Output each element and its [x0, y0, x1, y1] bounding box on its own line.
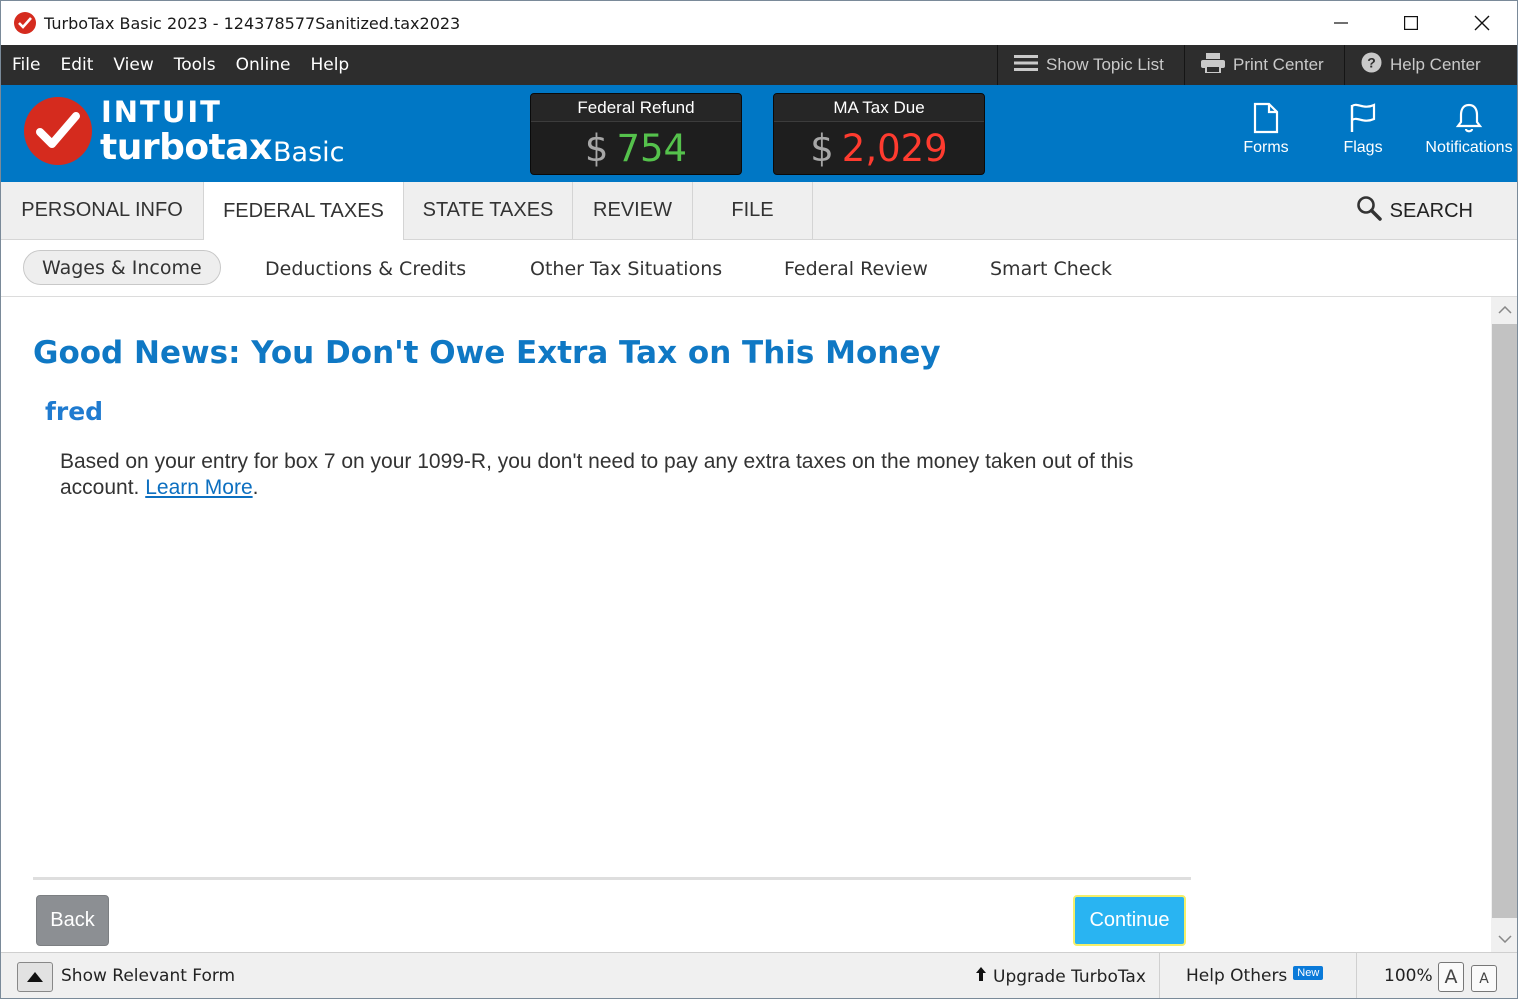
close-button[interactable] [1447, 1, 1517, 45]
menu-file[interactable]: File [12, 55, 40, 75]
state-currency: $ [810, 126, 834, 170]
turbotax-app-icon [14, 12, 36, 34]
search-label: SEARCH [1389, 199, 1473, 222]
subnav-other-tax-situations[interactable]: Other Tax Situations [530, 240, 722, 297]
tab-state-taxes[interactable]: STATE TAXES [404, 182, 573, 239]
vertical-scrollbar[interactable] [1491, 297, 1517, 952]
content-divider [33, 877, 1191, 880]
svg-text:?: ? [1367, 55, 1376, 71]
scroll-up-arrow-icon[interactable] [1491, 297, 1517, 323]
explanation-text: Based on your entry for box 7 on your 10… [60, 449, 1190, 501]
scroll-down-arrow-icon[interactable] [1491, 926, 1517, 952]
tab-federal-taxes[interactable]: FEDERAL TAXES [204, 182, 404, 240]
menu-edit[interactable]: Edit [60, 55, 93, 75]
notifications-label: Notifications [1425, 139, 1513, 156]
document-icon [1221, 97, 1311, 139]
menu-tools-group: Show Topic List Print Center ? Help Cent… [997, 45, 1517, 85]
search-button[interactable]: SEARCH [1356, 182, 1473, 240]
bell-icon [1421, 97, 1517, 139]
federal-refund-label: Federal Refund [531, 94, 741, 122]
menu-bar: File Edit View Tools Online Help Show To… [1, 45, 1517, 85]
list-icon [1014, 53, 1038, 78]
help-others-button[interactable]: Help Others New [1186, 966, 1324, 986]
print-center-button[interactable]: Print Center [1184, 45, 1344, 85]
back-button[interactable]: Back [36, 895, 109, 946]
window-title: TurboTax Basic 2023 - 124378577Sanitized… [44, 13, 461, 33]
explanation-period: . [252, 476, 259, 499]
subnav-wages-income[interactable]: Wages & Income [23, 250, 221, 285]
subnav-federal-review[interactable]: Federal Review [784, 240, 928, 297]
decrease-font-button[interactable]: A [1471, 965, 1497, 992]
page-title: Good News: You Don't Owe Extra Tax on Th… [33, 335, 941, 371]
turbotax-window: TurboTax Basic 2023 - 124378577Sanitized… [0, 0, 1518, 999]
federal-refund-amount: $ 754 [531, 122, 741, 174]
account-holder-name: fred [45, 397, 104, 426]
triangle-up-icon [27, 972, 43, 982]
sub-navigation: Wages & Income Deductions & Credits Othe… [1, 240, 1517, 297]
tab-file[interactable]: FILE [693, 182, 813, 239]
state-tax-due-amount: $ 2,029 [774, 122, 984, 174]
question-circle-icon: ? [1361, 52, 1382, 78]
tab-personal-info[interactable]: PERSONAL INFO [1, 182, 204, 239]
turbotax-checkmark-logo-icon [24, 97, 92, 165]
status-bar: Show Relevant Form Upgrade TurboTax Help… [1, 952, 1517, 998]
upgrade-turbotax-button[interactable]: Upgrade TurboTax [975, 966, 1146, 987]
minimize-button[interactable] [1306, 1, 1376, 45]
subnav-smart-check[interactable]: Smart Check [990, 240, 1112, 297]
main-content: Good News: You Don't Owe Extra Tax on Th… [1, 297, 1491, 952]
status-separator [1159, 953, 1160, 998]
printer-icon [1201, 52, 1225, 78]
increase-font-button[interactable]: A [1438, 962, 1464, 992]
state-tax-due-value: 2,029 [841, 126, 948, 170]
continue-button[interactable]: Continue [1073, 895, 1186, 946]
menu-help[interactable]: Help [310, 55, 349, 75]
intuit-wordmark: INTUIT [101, 95, 222, 129]
learn-more-link[interactable]: Learn More [145, 476, 252, 499]
flags-label: Flags [1343, 139, 1383, 156]
maximize-button[interactable] [1376, 1, 1446, 45]
help-center-label: Help Center [1390, 55, 1481, 74]
forms-button[interactable]: Forms [1221, 97, 1311, 169]
federal-currency: $ [584, 126, 609, 170]
state-tax-due-label: MA Tax Due [774, 94, 984, 122]
menu-tools[interactable]: Tools [174, 55, 216, 75]
subnav-deductions-credits[interactable]: Deductions & Credits [265, 240, 466, 297]
flags-button[interactable]: Flags [1318, 97, 1408, 169]
upgrade-label: Upgrade TurboTax [993, 966, 1146, 987]
primary-tabs: PERSONAL INFO FEDERAL TAXES STATE TAXES … [1, 182, 1517, 240]
title-bar: TurboTax Basic 2023 - 124378577Sanitized… [1, 1, 1517, 45]
menu-view[interactable]: View [113, 55, 153, 75]
help-others-label: Help Others [1186, 966, 1288, 986]
status-separator [1356, 953, 1357, 998]
arrow-up-icon [975, 966, 987, 987]
state-tax-due-meter[interactable]: MA Tax Due $ 2,029 [773, 93, 985, 175]
forms-label: Forms [1243, 139, 1289, 156]
app-header: INTUIT turbotax Basic Federal Refund $ 7… [1, 85, 1517, 182]
show-topic-list-label: Show Topic List [1046, 55, 1164, 74]
zoom-level: 100% [1384, 966, 1433, 986]
new-badge: New [1293, 966, 1324, 980]
tab-review[interactable]: REVIEW [573, 182, 693, 239]
help-center-button[interactable]: ? Help Center [1344, 45, 1517, 85]
flag-icon [1318, 97, 1408, 139]
print-center-label: Print Center [1233, 55, 1324, 74]
notifications-button[interactable]: Notifications [1421, 97, 1517, 169]
search-icon [1356, 195, 1382, 227]
show-relevant-form-link[interactable]: Show Relevant Form [61, 966, 235, 986]
show-topic-list-button[interactable]: Show Topic List [997, 45, 1184, 85]
edition-label: Basic [273, 137, 345, 168]
scrollbar-thumb[interactable] [1492, 324, 1517, 918]
menu-online[interactable]: Online [236, 55, 291, 75]
turbotax-wordmark: turbotax [100, 127, 272, 168]
show-form-toggle-button[interactable] [17, 962, 53, 992]
federal-refund-value: 754 [616, 126, 688, 170]
federal-refund-meter[interactable]: Federal Refund $ 754 [530, 93, 742, 175]
